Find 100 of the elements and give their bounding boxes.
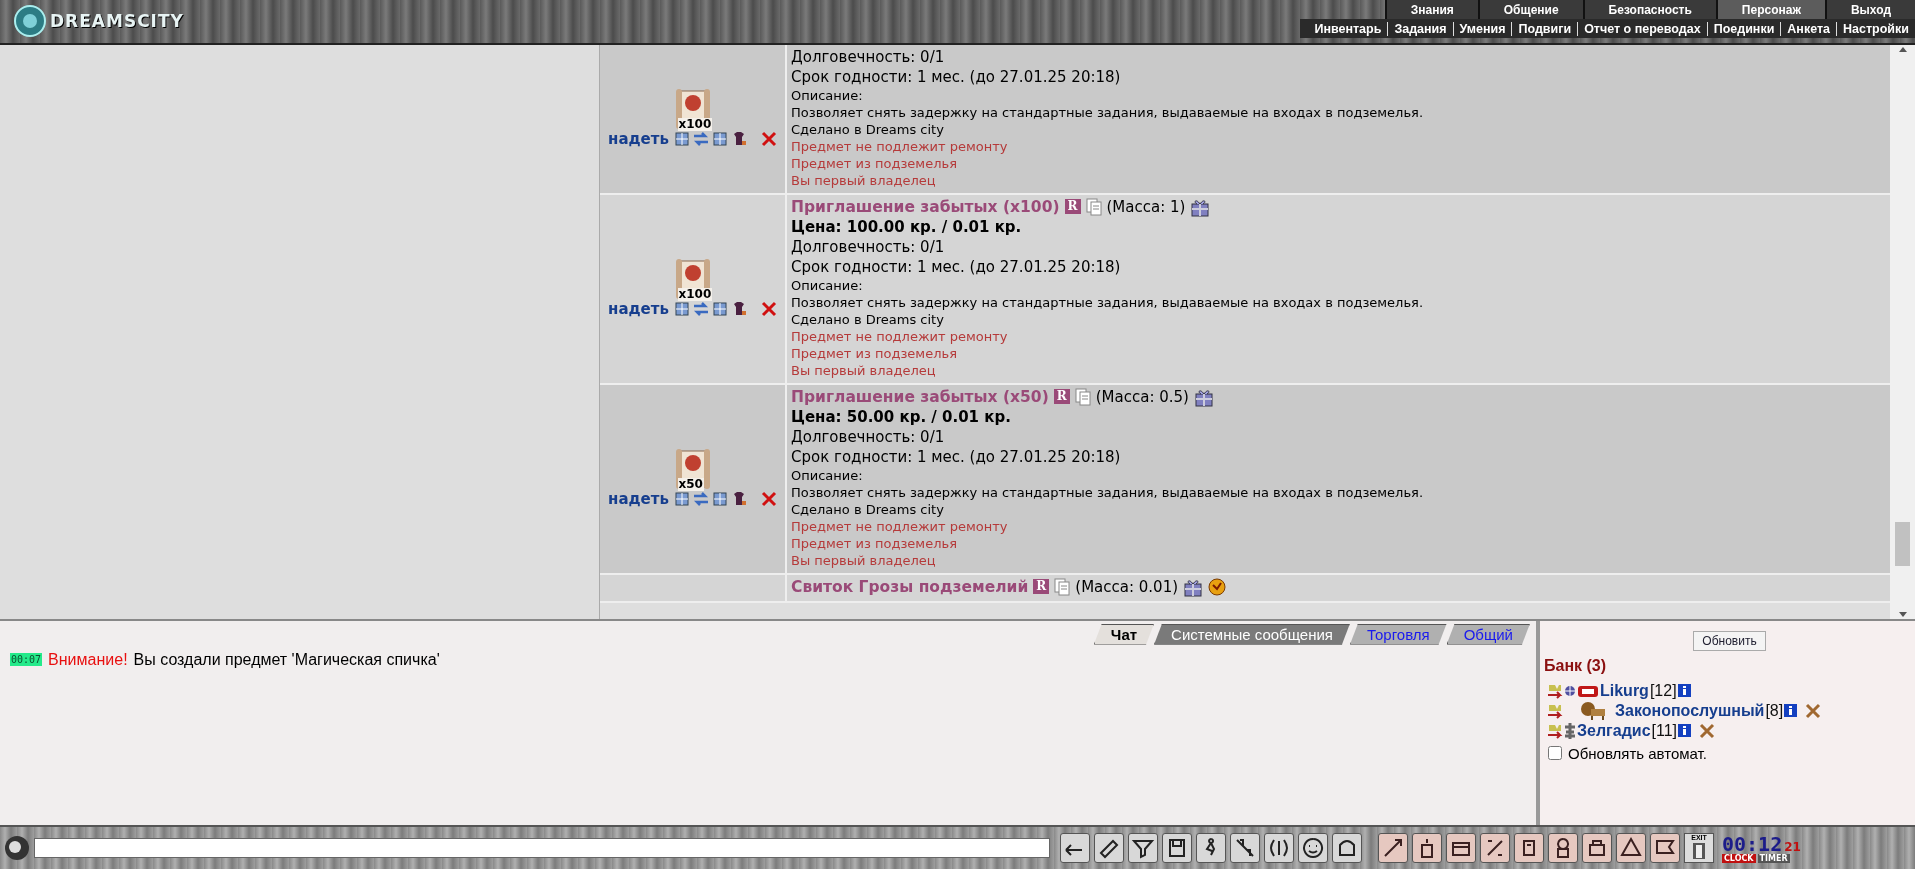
item-mass: (Масса: 1) [1106, 196, 1186, 217]
item-mass: (Масса: 0.01) [1075, 576, 1179, 597]
menu-tab[interactable]: Безопасность [1582, 0, 1716, 19]
swap-icon[interactable] [692, 491, 709, 508]
submenu-link[interactable]: Отчет о переводах [1577, 21, 1707, 36]
message-time: 00:07 [10, 653, 43, 667]
message-text: Вы создали предмет 'Магическая спичка' [133, 650, 440, 669]
item-title: Свиток Грозы подземелий [791, 576, 1029, 597]
emblem-icon [14, 5, 46, 38]
menu-tab[interactable]: Выход [1824, 0, 1915, 19]
item-note: Предмет не подлежит ремонту [791, 137, 1009, 155]
equip-link[interactable]: надеть [608, 490, 669, 509]
info-icon[interactable] [1677, 684, 1691, 698]
submenu-link[interactable]: Поединки [1706, 21, 1781, 36]
chat-tab[interactable]: Чат [1093, 623, 1155, 645]
arrow-icon[interactable] [1547, 722, 1563, 739]
delete-icon[interactable] [760, 491, 777, 508]
item-title: Приглашение забытых (x50) [791, 386, 1049, 407]
item-price: Цена: 100.00 кр. / 0.01 кр. [791, 216, 1023, 237]
item-price: Цена: 50.00 кр. / 0.01 кр. [791, 406, 1012, 427]
scrollbar[interactable] [1890, 44, 1915, 619]
door-icon [1692, 842, 1706, 861]
item-note: Вы первый владелец [791, 361, 937, 379]
remove-icon[interactable] [1699, 722, 1716, 739]
player-name[interactable]: Зелгадис [1577, 721, 1651, 740]
item-maker: Сделано в Dreams city [791, 500, 945, 518]
menu-tab[interactable]: Знания [1384, 0, 1478, 19]
item-note: Вы первый владелец [791, 171, 937, 189]
submenu-link[interactable]: Настройки [1836, 21, 1915, 36]
delete-icon[interactable] [760, 301, 777, 318]
menu-tab[interactable]: Персонаж [1715, 0, 1825, 19]
item-mass: (Масса: 0.5) [1095, 386, 1189, 407]
item-expiry: Срок годности: 1 мес. (до 27.01.25 20:18) [791, 256, 1122, 277]
item-title: Приглашение забытых (x100) [791, 196, 1060, 217]
submenu-link[interactable]: Инвентарь [1308, 21, 1388, 36]
chat-tab[interactable]: Общий [1446, 623, 1530, 645]
item-note: Предмет из подземелья [791, 154, 958, 172]
chat-tab[interactable]: Системные сообщения [1154, 623, 1350, 645]
submenu-link[interactable]: Анкета [1780, 21, 1837, 36]
item-description: Позволяет снять задержку на стандартные задания, выдаваемые на входах в подземелья. [791, 293, 1425, 311]
checkbox-label: Обновлять автомат. [1568, 744, 1707, 762]
item-durability: Долговечность: 0/1 [791, 426, 946, 447]
quantity-label: x50 [677, 478, 704, 492]
description-label: Описание: [791, 276, 864, 294]
description-label: Описание: [791, 466, 864, 484]
remove-icon[interactable] [1805, 702, 1822, 719]
swap-icon[interactable] [692, 301, 709, 318]
arrow-icon[interactable] [1547, 702, 1563, 719]
item-description: Позволяет снять задержку на стандартные задания, выдаваемые на входах в подземелья. [791, 103, 1425, 121]
item-durability: Долговечность: 0/1 [791, 46, 946, 67]
grid-icon[interactable] [673, 301, 690, 318]
scrollbar-thumb[interactable] [1895, 521, 1910, 566]
item-description: Позволяет снять задержку на стандартные задания, выдаваемые на входах в подземелья. [791, 483, 1425, 501]
submenu-link[interactable]: Умения [1452, 21, 1512, 36]
item-note: Предмет не подлежит ремонту [791, 517, 1009, 535]
submenu-link[interactable]: Задания [1387, 21, 1453, 36]
item-note: Вы первый владелец [791, 551, 937, 569]
player-level: [11] [1651, 721, 1678, 740]
player-name[interactable]: Законопослушный [1615, 701, 1765, 720]
rarity-badge: R [1033, 579, 1050, 595]
swap-icon[interactable] [692, 131, 709, 148]
player-level: [8] [1765, 701, 1784, 720]
chat-tab[interactable]: Торговля [1349, 623, 1447, 645]
arrow-icon[interactable] [1547, 682, 1563, 699]
timer-label: TIMER [1757, 853, 1790, 863]
player-name[interactable]: Likurg [1600, 681, 1649, 700]
emblem-icon [1564, 721, 1576, 740]
quantity-label: x100 [677, 288, 713, 302]
grid-icon[interactable] [673, 131, 690, 148]
info-icon[interactable] [1678, 724, 1692, 738]
rarity-badge: R [1064, 199, 1081, 215]
alert-text: Внимание! [48, 650, 128, 669]
clock-seconds: 21 [1784, 839, 1801, 854]
refresh-button[interactable]: Обновить [1693, 630, 1766, 651]
menu-tab[interactable]: Общение [1477, 0, 1583, 19]
grid-icon[interactable] [673, 491, 690, 508]
item-durability: Долговечность: 0/1 [791, 236, 946, 257]
logo-text: DREAMSCITY [50, 11, 184, 32]
location-title: Банк (3) [1544, 656, 1608, 675]
chat-input-field[interactable] [34, 838, 1050, 859]
item-note: Предмет из подземелья [791, 534, 958, 552]
grid-icon[interactable] [711, 301, 728, 318]
rarity-badge: R [1053, 389, 1070, 405]
clock-label: CLOCK [1722, 853, 1756, 863]
description-label: Описание: [791, 86, 864, 104]
player-level: [12] [1649, 681, 1677, 700]
item-note: Предмет не подлежит ремонту [791, 327, 1009, 345]
item-expiry: Срок годности: 1 мес. (до 27.01.25 20:18) [791, 66, 1122, 87]
speaker-head-icon[interactable] [4, 835, 30, 862]
clock-time: 00:12 [1722, 833, 1783, 854]
equip-link[interactable]: надеть [608, 130, 669, 149]
submenu-link[interactable]: Подвиги [1511, 21, 1578, 36]
equip-link[interactable]: надеть [608, 300, 669, 319]
quantity-label: x100 [677, 118, 713, 132]
lion-icon [1579, 699, 1607, 722]
item-note: Предмет из подземелья [791, 344, 958, 362]
item-maker: Сделано в Dreams city [791, 120, 945, 138]
auto-refresh-checkbox[interactable] [1548, 746, 1562, 761]
delete-icon[interactable] [760, 131, 777, 148]
info-icon[interactable] [1784, 704, 1798, 718]
